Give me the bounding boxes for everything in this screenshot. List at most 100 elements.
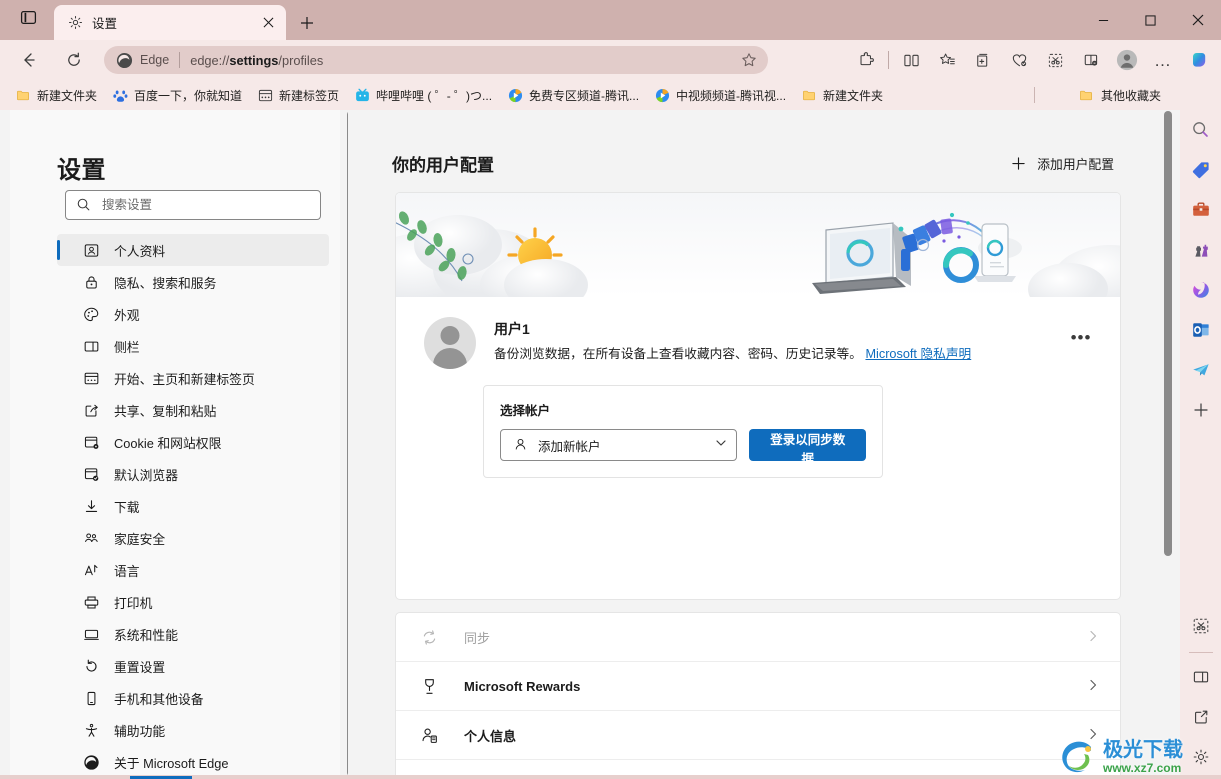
sidebar-item-privacy[interactable]: 隐私、搜索和服务 [57, 266, 329, 298]
sidebar-item-phone-devices[interactable]: 手机和其他设备 [57, 682, 329, 714]
settings-heading: 设置 [57, 157, 106, 184]
other-bookmarks-button[interactable]: 其他收藏夹 [1072, 84, 1168, 106]
sidebar-telegram-button[interactable] [1185, 356, 1217, 388]
tab-actions-button[interactable] [6, 4, 50, 36]
share-icon [82, 401, 100, 419]
folder-icon [15, 87, 31, 103]
back-button[interactable] [14, 45, 44, 75]
sidebar-popout-button[interactable] [1185, 703, 1217, 735]
tencent-video-icon [507, 87, 523, 103]
sidebar-item-cookies[interactable]: Cookie 和网站权限 [57, 426, 329, 458]
sidebar-search-button[interactable] [1185, 116, 1217, 148]
address-bar[interactable]: Edge edge://settings/profiles [104, 46, 768, 74]
sidebar-item-languages[interactable]: 语言 [57, 554, 329, 586]
baidu-icon [112, 87, 128, 103]
sidebar-microsoft365-button[interactable] [1185, 276, 1217, 308]
screenshot-icon[interactable] [1040, 45, 1070, 75]
default-browser-icon [82, 465, 100, 483]
sidebar-item-printers[interactable]: 打印机 [57, 586, 329, 618]
privacy-statement-link[interactable]: Microsoft 隐私声明 [865, 347, 971, 361]
search-input[interactable] [102, 198, 310, 212]
sidebar-item-share[interactable]: 共享、复制和粘贴 [57, 394, 329, 426]
phone-icon [82, 689, 100, 707]
sidebar-item-sidebar[interactable]: 侧栏 [57, 330, 329, 362]
bookmark-item[interactable]: 中视频频道-腾讯视... [647, 84, 793, 106]
list-item-rewards[interactable]: Microsoft Rewards [396, 662, 1120, 711]
search-settings-box[interactable] [65, 190, 321, 220]
content-scrollbar[interactable] [1164, 111, 1172, 556]
sidebar-item-family-safety[interactable]: 家庭安全 [57, 522, 329, 554]
favorites-icon[interactable] [932, 45, 962, 75]
sidebar-screenshot-button[interactable] [1185, 612, 1217, 644]
bookmark-item[interactable]: 免费专区频道-腾讯... [500, 84, 646, 106]
read-aloud-icon[interactable] [1076, 45, 1106, 75]
search-icon [76, 197, 92, 213]
tools-icon [1191, 200, 1211, 225]
settings-and-more-icon[interactable]: … [1148, 45, 1178, 75]
refresh-button[interactable] [59, 45, 89, 75]
minimize-button[interactable] [1080, 0, 1127, 40]
avatar [424, 317, 476, 369]
plus-icon [1011, 156, 1027, 172]
tab-close-button[interactable] [256, 11, 280, 35]
personal-info-icon [419, 725, 439, 745]
shopping-tag-icon [1191, 160, 1211, 185]
profile-description-text: 备份浏览数据，在所有设备上查看收藏内容、密码、历史记录等。 [494, 347, 862, 361]
page-title: 你的用户配置 [392, 156, 494, 175]
sidebar-item-label: 辅助功能 [114, 723, 166, 739]
sidebar-shopping-button[interactable] [1185, 156, 1217, 188]
sidebar-item-accessibility[interactable]: 辅助功能 [57, 714, 329, 746]
profile-avatar-icon[interactable] [1112, 45, 1142, 75]
copilot-icon[interactable] [1184, 45, 1214, 75]
rewards-icon [419, 676, 439, 696]
profile-more-button[interactable]: ••• [1066, 323, 1096, 353]
sidebar-item-default-browser[interactable]: 默认浏览器 [57, 458, 329, 490]
sidebar-item-label: 家庭安全 [114, 531, 166, 547]
new-tab-button[interactable] [294, 10, 320, 36]
bookmark-item[interactable]: 百度一下，你就知道 [105, 84, 249, 106]
profile-text: 用户1 备份浏览数据，在所有设备上查看收藏内容、密码、历史记录等。 Micros… [494, 317, 1066, 369]
browser-essentials-icon[interactable] [1004, 45, 1034, 75]
list-item-sync[interactable]: 同步 [396, 613, 1120, 662]
accessibility-icon [82, 721, 100, 739]
list-item-label: 同步 [464, 630, 491, 646]
star-icon[interactable] [736, 47, 762, 73]
profile-summary: 用户1 备份浏览数据，在所有设备上查看收藏内容、密码、历史记录等。 Micros… [396, 297, 1120, 369]
sidebar-item-system[interactable]: 系统和性能 [57, 618, 329, 650]
bookmark-item[interactable]: 哔哩哔哩 ( ゜- ゜)つ... [347, 84, 499, 106]
bookmark-label: 中视频频道-腾讯视... [676, 88, 787, 103]
collections-icon[interactable] [968, 45, 998, 75]
sidebar-item-reset[interactable]: 重置设置 [57, 650, 329, 682]
maximize-button[interactable] [1127, 0, 1174, 40]
sidebar-item-profile[interactable]: 个人资料 [57, 234, 329, 266]
sidebar-item-appearance[interactable]: 外观 [57, 298, 329, 330]
add-profile-button[interactable]: 添加用户配置 [1003, 150, 1122, 177]
sidebar-tools-button[interactable] [1185, 196, 1217, 228]
sidebar-add-button[interactable] [1185, 396, 1217, 428]
sidebar-outlook-button[interactable] [1185, 316, 1217, 348]
account-dropdown[interactable]: 添加新帐户 [500, 429, 738, 461]
bookmark-item[interactable]: 新建标签页 [250, 84, 346, 106]
list-item-personal-info[interactable]: 个人信息 [396, 711, 1120, 760]
profile-name: 用户1 [494, 321, 530, 337]
sidebar-icon [82, 337, 100, 355]
bookmark-item[interactable]: 新建文件夹 [8, 84, 104, 106]
start-home-icon [82, 369, 100, 387]
sidebar-settings-button[interactable] [1185, 743, 1217, 775]
close-button[interactable] [1174, 0, 1221, 40]
bookmark-item[interactable]: 新建文件夹 [794, 84, 890, 106]
system-icon [82, 625, 100, 643]
sidebar-item-about-edge[interactable]: 关于 Microsoft Edge [57, 746, 329, 778]
profile-description: 备份浏览数据，在所有设备上查看收藏内容、密码、历史记录等。 Microsoft … [494, 346, 1066, 364]
signin-sync-button[interactable]: 登录以同步数据 [749, 429, 866, 466]
sidebar-games-button[interactable] [1185, 236, 1217, 268]
split-screen-icon[interactable] [896, 45, 926, 75]
sidebar-item-label: 默认浏览器 [114, 467, 178, 483]
sidebar-split-pane-button[interactable] [1185, 663, 1217, 695]
folder-icon [801, 87, 817, 103]
sidebar-item-start-home[interactable]: 开始、主页和新建标签页 [57, 362, 329, 394]
extensions-icon[interactable] [851, 45, 881, 75]
settings-page: 设置 个人资料 隐私、搜索和服务 [0, 110, 1180, 779]
sidebar-item-downloads[interactable]: 下载 [57, 490, 329, 522]
browser-tab[interactable]: 设置 [54, 5, 286, 40]
